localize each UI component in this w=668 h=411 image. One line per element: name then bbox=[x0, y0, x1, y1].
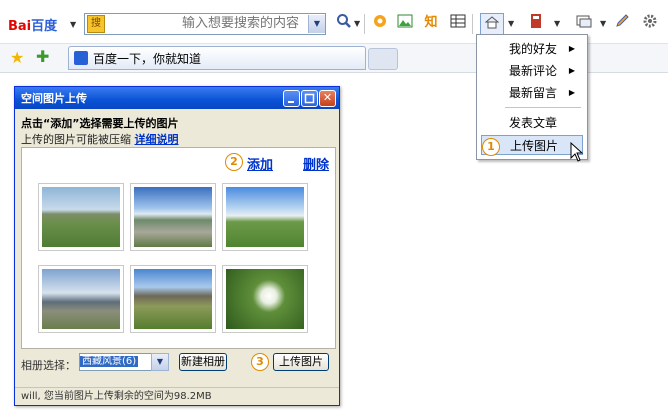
space-dropdown-icon[interactable]: ▼ bbox=[508, 19, 514, 28]
zhidao-icon[interactable]: 知 bbox=[421, 13, 441, 33]
dialog-titlebar[interactable]: 空间图片上传 ✕ bbox=[15, 87, 339, 109]
new-tab-button[interactable] bbox=[368, 48, 398, 70]
album-label: 相册选择： bbox=[21, 359, 76, 372]
instruction-text: 点击“添加”选择需要上传的图片 bbox=[21, 117, 179, 130]
album-selected-value: 西藏风景(6) bbox=[80, 356, 139, 367]
menu-item-post-article[interactable]: 发表文章 bbox=[481, 113, 583, 133]
submenu-arrow-icon: ▶ bbox=[568, 44, 575, 53]
compression-note: 上传的图片可能被压缩 详细说明 bbox=[21, 131, 179, 147]
menu-item-label: 上传图片 bbox=[510, 139, 559, 153]
baidu-logo[interactable]: Bai百度 bbox=[8, 15, 66, 34]
search-engine-icon[interactable]: 搜 bbox=[87, 15, 105, 33]
add-link[interactable]: 添加 bbox=[247, 154, 273, 173]
thumbnail-meadow-hills[interactable] bbox=[38, 183, 124, 251]
search-input[interactable] bbox=[109, 15, 299, 31]
submenu-arrow-icon: ▶ bbox=[568, 88, 575, 97]
menu-item-label: 我的好友 bbox=[509, 42, 558, 56]
step-marker-1: 1 bbox=[482, 138, 500, 156]
image-panel: 2 添加 删除 bbox=[21, 147, 336, 349]
search-icon[interactable] bbox=[334, 13, 354, 33]
menu-item-label: 最新留言 bbox=[509, 86, 558, 100]
thumbnail-road-mountains[interactable] bbox=[130, 183, 216, 251]
search-dropdown-icon[interactable]: ▼ bbox=[354, 19, 360, 28]
logo-text-bai: Bai bbox=[8, 19, 32, 34]
window-dropdown-icon[interactable]: ▼ bbox=[600, 19, 606, 28]
minimize-button[interactable] bbox=[283, 90, 300, 107]
baidu-paw-icon: 🐾 bbox=[74, 51, 88, 65]
toolbar-divider bbox=[472, 14, 473, 34]
thumbnail-grassland-mountain[interactable] bbox=[130, 265, 216, 333]
toolbar-divider bbox=[364, 14, 365, 34]
menu-item-latest-messages[interactable]: 最新留言 ▶ bbox=[481, 83, 583, 103]
submenu-arrow-icon: ▶ bbox=[568, 66, 575, 75]
delete-link[interactable]: 删除 bbox=[303, 154, 329, 173]
search-box: 搜 ▼ bbox=[84, 13, 326, 35]
album-dropdown-icon[interactable]: ▼ bbox=[151, 353, 169, 371]
pencil-icon[interactable] bbox=[612, 13, 632, 33]
new-album-button[interactable]: 新建相册 bbox=[179, 353, 227, 371]
upload-dialog: 空间图片上传 ✕ 点击“添加”选择需要上传的图片 上传的图片可能被压缩 详细说明… bbox=[14, 86, 340, 406]
menu-item-label: 最新评论 bbox=[509, 64, 558, 78]
dialog-title: 空间图片上传 bbox=[21, 92, 87, 105]
space-icon[interactable] bbox=[480, 13, 504, 35]
book-icon[interactable] bbox=[526, 13, 546, 33]
menu-item-friends[interactable]: 我的好友 ▶ bbox=[481, 39, 583, 59]
thumbnail-dandelion[interactable] bbox=[222, 265, 308, 333]
window-icon[interactable] bbox=[574, 13, 594, 33]
status-bar: will, 您当前图片上传剩余的空间为98.2MB bbox=[15, 387, 339, 405]
menu-divider bbox=[505, 107, 581, 108]
upload-button[interactable]: 上传图片 bbox=[273, 353, 329, 371]
logo-dropdown-icon[interactable]: ▼ bbox=[70, 20, 78, 29]
step-marker-3: 3 bbox=[251, 353, 269, 371]
detail-link[interactable]: 详细说明 bbox=[135, 133, 179, 146]
book-dropdown-icon[interactable]: ▼ bbox=[554, 19, 560, 28]
search-history-dropdown-icon[interactable]: ▼ bbox=[308, 15, 325, 33]
mouse-cursor-icon bbox=[570, 141, 584, 165]
gear-icon[interactable] bbox=[640, 13, 660, 33]
browser-tab[interactable]: 🐾 百度一下，你就知道 bbox=[68, 46, 366, 70]
favorites-star-icon[interactable]: ★ bbox=[10, 48, 24, 67]
logo-text-baidu: 百度 bbox=[31, 19, 58, 34]
compression-note-text: 上传的图片可能被压缩 bbox=[21, 133, 131, 146]
bookmark-icon[interactable] bbox=[370, 13, 390, 33]
maximize-button[interactable] bbox=[301, 90, 318, 107]
step-marker-2: 2 bbox=[225, 153, 243, 171]
image-icon[interactable] bbox=[395, 13, 415, 33]
close-button[interactable]: ✕ bbox=[319, 90, 336, 107]
menu-item-label: 发表文章 bbox=[509, 116, 558, 130]
grid-icon[interactable] bbox=[448, 13, 468, 33]
add-favorite-icon[interactable]: ✚ bbox=[36, 47, 49, 66]
thumbnail-green-plain[interactable] bbox=[222, 183, 308, 251]
thumbnail-cloudy-hills[interactable] bbox=[38, 265, 124, 333]
menu-item-latest-comments[interactable]: 最新评论 ▶ bbox=[481, 61, 583, 81]
tab-title: 百度一下，你就知道 bbox=[93, 52, 202, 66]
